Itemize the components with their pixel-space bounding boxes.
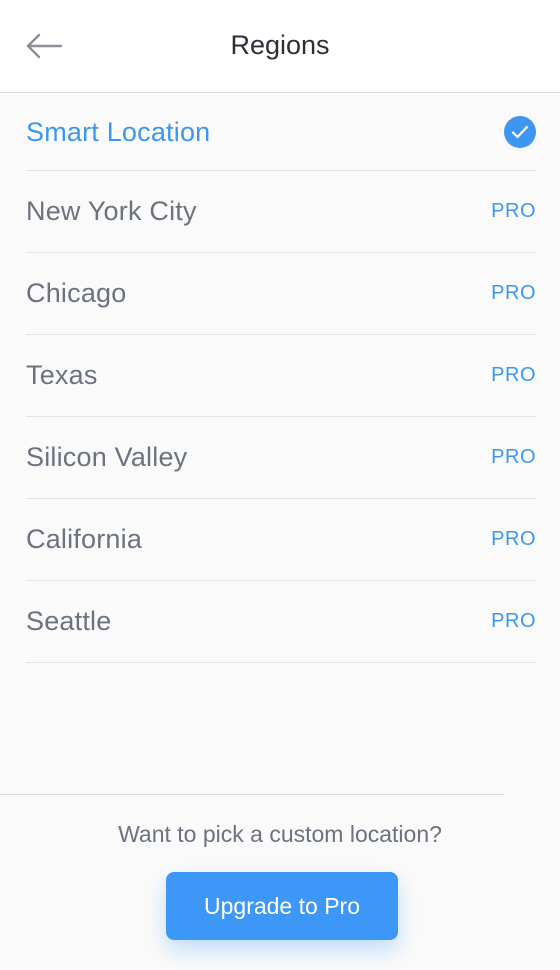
region-label: California <box>26 524 143 554</box>
region-item-california[interactable]: California PRO <box>26 499 536 581</box>
pro-badge: PRO <box>491 610 536 632</box>
region-item-silicon-valley[interactable]: Silicon Valley PRO <box>26 417 536 499</box>
checkmark-circle-icon <box>504 116 536 148</box>
region-label: New York City <box>26 196 197 226</box>
region-item-seattle[interactable]: Seattle PRO <box>26 581 536 663</box>
pro-badge: PRO <box>491 200 536 222</box>
footer-divider <box>0 794 504 795</box>
custom-location-prompt: Want to pick a custom location? <box>118 821 442 847</box>
pro-badge: PRO <box>491 364 536 386</box>
region-item-chicago[interactable]: Chicago PRO <box>26 253 536 335</box>
regions-list: Smart Location New York City PRO Chicago… <box>26 94 536 663</box>
region-item-new-york-city[interactable]: New York City PRO <box>26 171 536 253</box>
pro-badge: PRO <box>491 282 536 304</box>
region-label: Chicago <box>26 278 127 308</box>
pro-badge: PRO <box>491 528 536 550</box>
pro-badge: PRO <box>491 446 536 468</box>
region-label: Smart Location <box>26 116 211 147</box>
region-item-texas[interactable]: Texas PRO <box>26 335 536 417</box>
page-title: Regions <box>230 30 330 60</box>
upgrade-to-pro-button[interactable]: Upgrade to Pro <box>166 872 398 940</box>
region-item-smart-location[interactable]: Smart Location <box>26 94 536 171</box>
region-label: Silicon Valley <box>26 442 188 472</box>
region-label: Seattle <box>26 606 112 636</box>
region-label: Texas <box>26 360 98 390</box>
header-bar: Regions <box>0 0 560 93</box>
